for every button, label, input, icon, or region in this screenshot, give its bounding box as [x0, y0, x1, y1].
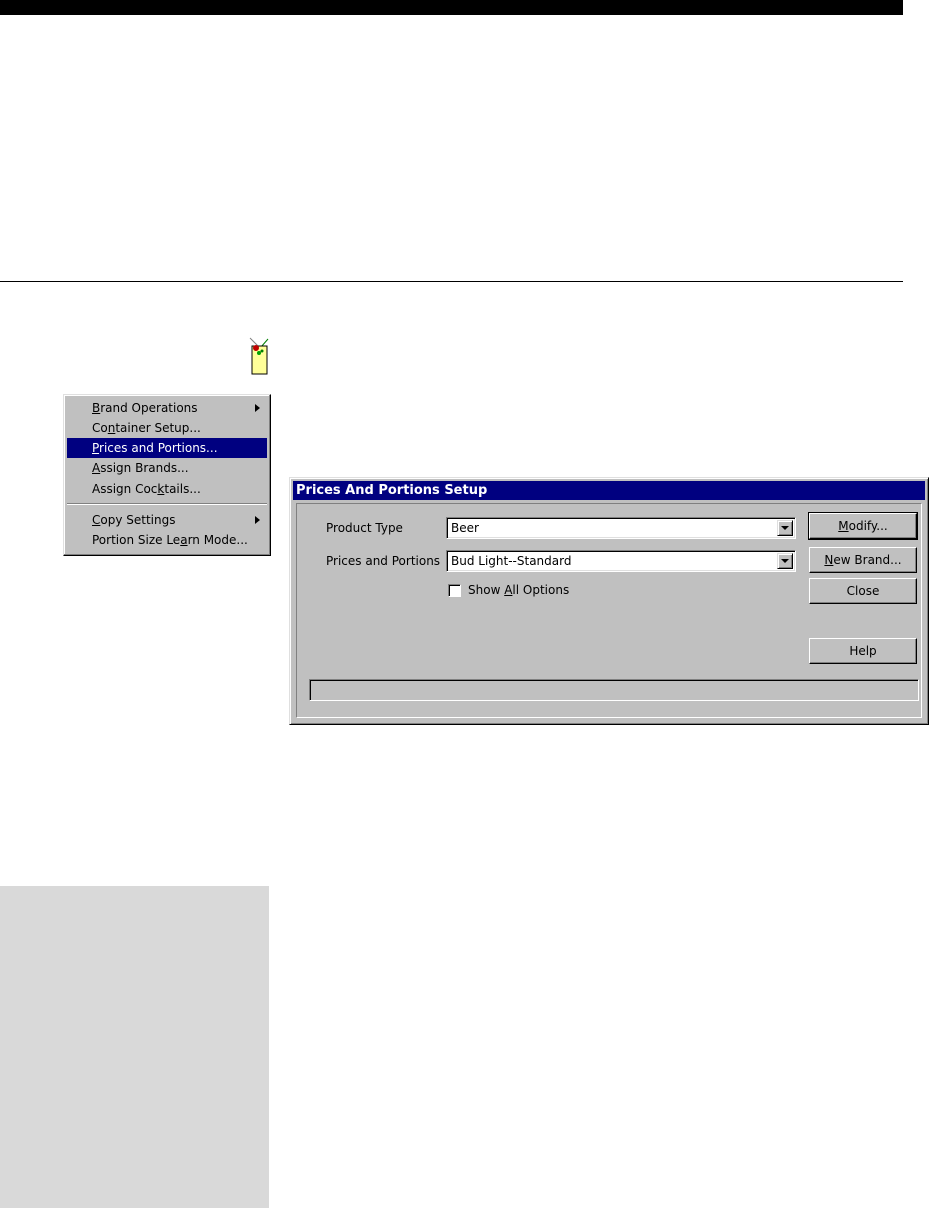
chevron-down-icon[interactable]	[777, 520, 793, 536]
menu-item-prices-and-portions[interactable]: Prices and Portions...	[67, 438, 267, 458]
cocktail-glass-icon	[249, 337, 269, 375]
menu-item-assign-brands[interactable]: Assign Brands...	[67, 458, 267, 478]
show-all-options-label[interactable]: Show All Options	[468, 580, 569, 600]
status-bar	[309, 679, 919, 701]
help-button[interactable]: Help	[809, 638, 917, 664]
menu-item-portion-size-learn-mode[interactable]: Portion Size Learn Mode...	[67, 530, 267, 550]
menu-item-copy-settings[interactable]: Copy Settings	[67, 510, 267, 530]
submenu-arrow-icon	[255, 516, 260, 524]
new-brand-button[interactable]: New Brand...	[809, 547, 917, 573]
modify-button[interactable]: Modify...	[808, 512, 918, 540]
product-type-combo[interactable]: Beer	[446, 517, 796, 539]
prices-and-portions-combo[interactable]: Bud Light--Standard	[446, 550, 796, 572]
divider-rule	[0, 281, 903, 282]
margin-sidebar	[0, 886, 269, 1208]
menu-item-brand-operations[interactable]: Brand Operations	[67, 398, 267, 418]
context-menu: Brand Operations Container Setup... Pric…	[63, 394, 271, 556]
dialog-title[interactable]: Prices And Portions Setup	[293, 481, 925, 500]
prices-and-portions-label: Prices and Portions	[326, 554, 441, 568]
close-button[interactable]: Close	[809, 578, 917, 604]
menu-item-assign-cocktails[interactable]: Assign Cocktails...	[67, 479, 267, 499]
prices-and-portions-dialog: Prices And Portions Setup Product Type B…	[289, 477, 929, 725]
show-all-options-checkbox[interactable]	[448, 584, 461, 597]
menu-item-container-setup[interactable]: Container Setup...	[67, 418, 267, 438]
product-type-label: Product Type	[326, 521, 403, 535]
submenu-arrow-icon	[255, 404, 260, 412]
product-type-value: Beer	[451, 521, 479, 535]
header-bar	[0, 0, 903, 15]
prices-and-portions-value: Bud Light--Standard	[451, 554, 572, 568]
menu-separator	[67, 503, 267, 505]
chevron-down-icon[interactable]	[777, 553, 793, 569]
